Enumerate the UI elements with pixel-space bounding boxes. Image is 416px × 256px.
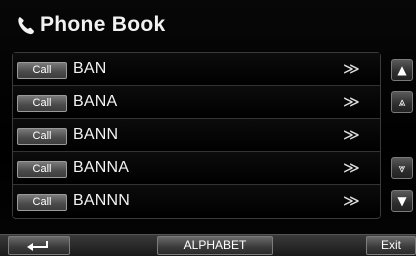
- call-button[interactable]: Call: [17, 161, 67, 178]
- call-button[interactable]: Call: [17, 128, 67, 145]
- details-arrow-icon[interactable]: ≫: [343, 158, 360, 178]
- exit-button[interactable]: Exit: [366, 236, 416, 255]
- bottom-bar: ALPHABET Exit: [0, 234, 416, 256]
- contact-row[interactable]: Call BAN ≫: [13, 53, 380, 86]
- contact-name: BANNA: [73, 159, 130, 176]
- details-arrow-icon[interactable]: ≫: [343, 125, 360, 145]
- scroll-up-icon[interactable]: ▲: [391, 59, 413, 81]
- page-title: Phone Book: [16, 10, 166, 40]
- page-up-icon[interactable]: ⩓: [391, 91, 413, 113]
- call-button[interactable]: Call: [17, 62, 67, 79]
- call-button[interactable]: Call: [17, 95, 67, 112]
- contact-name: BANNN: [73, 192, 131, 209]
- page-down-icon[interactable]: ⩔: [391, 157, 413, 179]
- back-button[interactable]: [8, 236, 70, 255]
- call-button[interactable]: Call: [17, 194, 67, 211]
- alphabet-button[interactable]: ALPHABET: [157, 236, 273, 255]
- contact-name: BANN: [73, 126, 119, 143]
- contact-name: BANA: [73, 93, 118, 110]
- phone-book-screen: Phone Book Call BAN ≫ Call BANA ≫ Call B…: [0, 0, 416, 256]
- details-arrow-icon[interactable]: ≫: [343, 92, 360, 112]
- contact-row[interactable]: Call BANNA ≫: [13, 152, 380, 185]
- contact-row[interactable]: Call BANNN ≫: [13, 185, 380, 217]
- contact-name: BAN: [73, 60, 107, 77]
- details-arrow-icon[interactable]: ≫: [343, 191, 360, 211]
- back-arrow-icon: [27, 241, 48, 251]
- contact-row[interactable]: Call BANN ≫: [13, 119, 380, 152]
- phone-icon: [18, 17, 34, 35]
- scroll-down-icon[interactable]: ▼: [391, 190, 413, 212]
- contact-list: Call BAN ≫ Call BANA ≫ Call BANN ≫ Call …: [12, 52, 381, 219]
- contact-row[interactable]: Call BANA ≫: [13, 86, 380, 119]
- details-arrow-icon[interactable]: ≫: [343, 59, 360, 79]
- page-title-text: Phone Book: [40, 13, 166, 36]
